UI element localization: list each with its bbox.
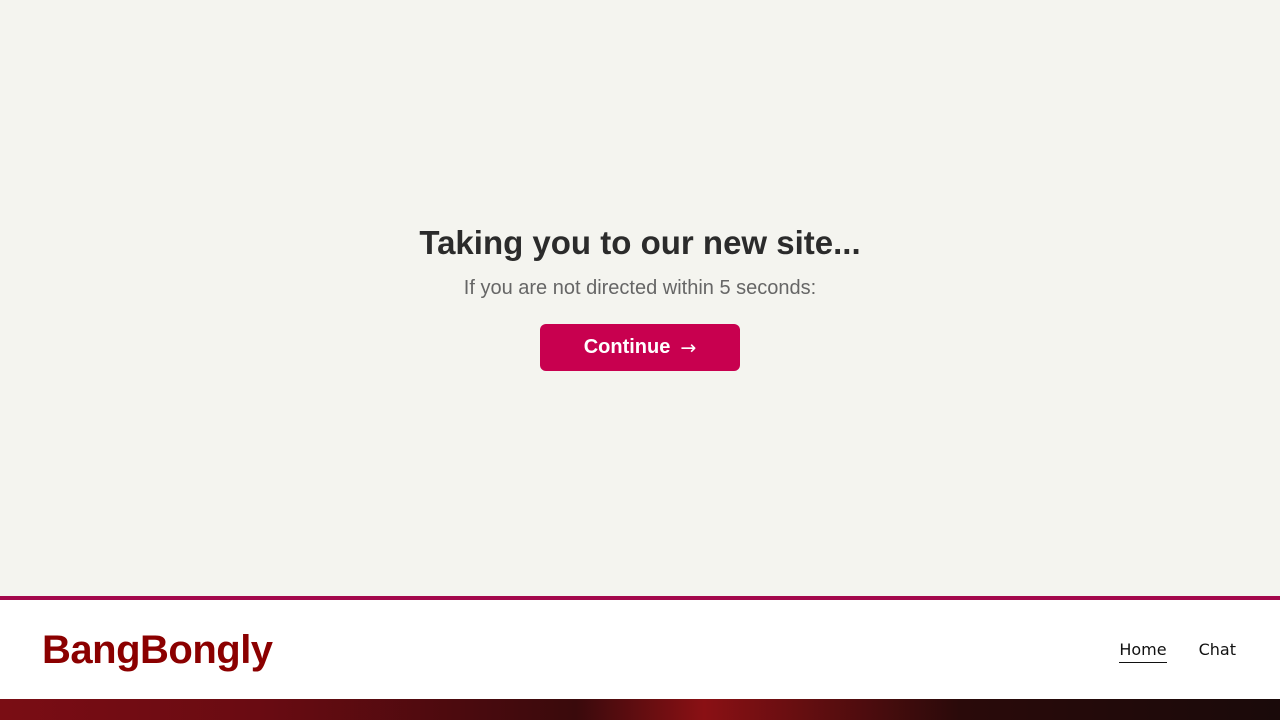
redirect-subtitle: If you are not directed within 5 seconds…: [463, 277, 817, 299]
continue-button[interactable]: Continue →: [540, 324, 740, 371]
redirect-overlay: Taking you to our new site... If you are…: [0, 0, 1280, 596]
continue-button-label: Continue: [583, 336, 671, 358]
redirect-title: Taking you to our new site...: [419, 224, 861, 261]
redirect-box: Taking you to our new site... If you are…: [0, 222, 1280, 371]
site-logo[interactable]: BangBongly: [42, 628, 273, 672]
arrow-right-icon: →: [680, 336, 697, 359]
nav-item-chat[interactable]: Chat: [1199, 640, 1236, 663]
site-header: BangBongly Home Chat: [0, 596, 1280, 699]
main-nav: Home Chat: [1119, 640, 1236, 663]
nav-item-home[interactable]: Home: [1119, 640, 1167, 663]
hero-image: [0, 699, 1280, 720]
